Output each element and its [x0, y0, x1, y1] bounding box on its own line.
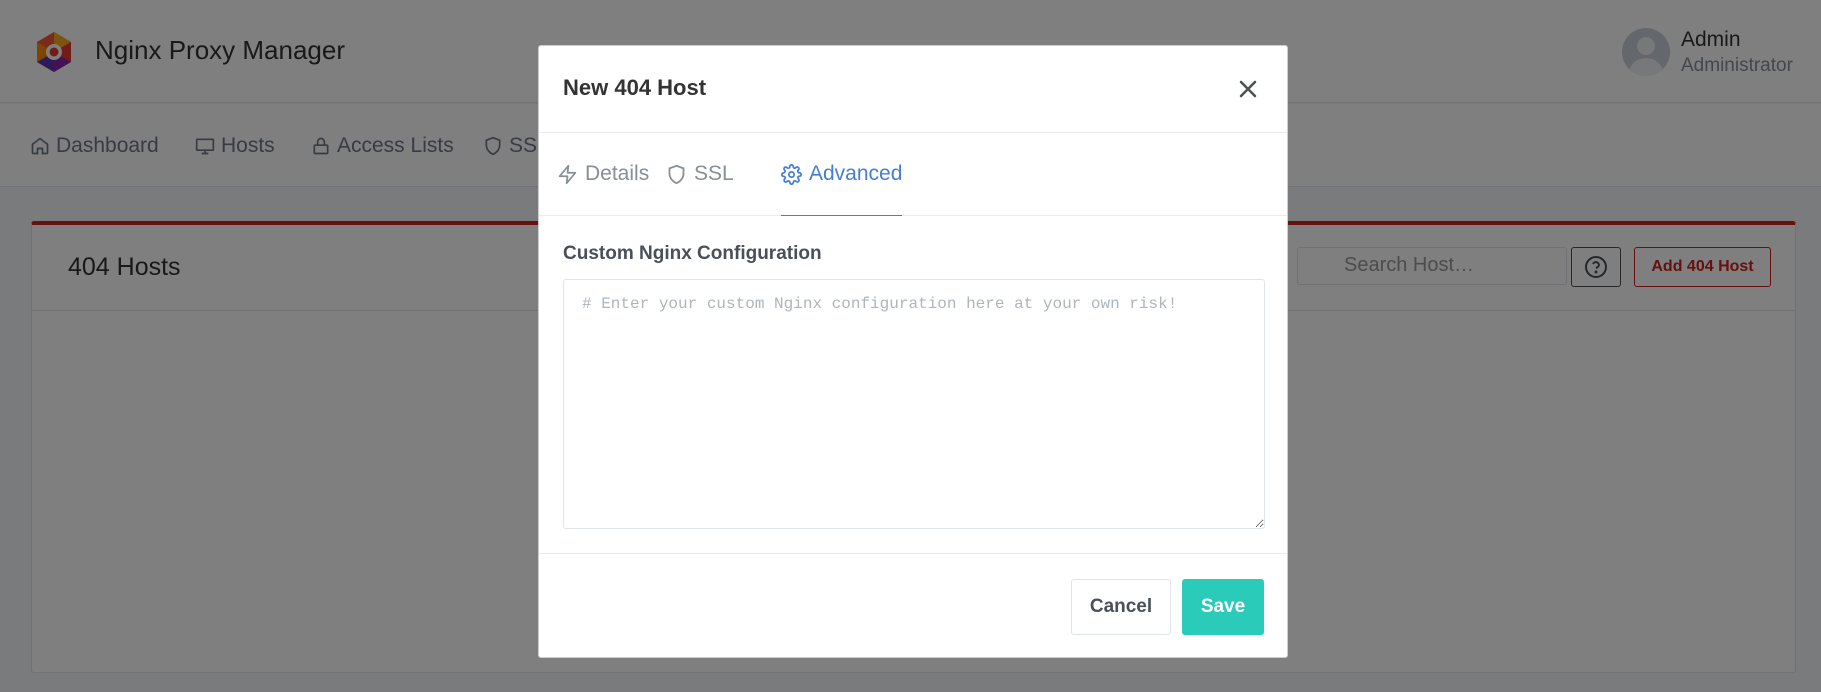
- close-button[interactable]: [1233, 74, 1263, 104]
- modal-header: New 404 Host: [539, 46, 1287, 133]
- tab-advanced[interactable]: Advanced: [781, 162, 903, 216]
- tab-label: Advanced: [809, 162, 903, 185]
- modal-tabs: Details SSL Advanced: [539, 134, 1287, 216]
- new-404-host-modal: New 404 Host Details SSL Advanced Custom…: [538, 45, 1288, 658]
- tab-label: Details: [585, 162, 650, 185]
- tab-details[interactable]: Details: [557, 162, 649, 216]
- save-button[interactable]: Save: [1182, 579, 1264, 635]
- modal-footer: Cancel Save: [539, 553, 1287, 658]
- cancel-button[interactable]: Cancel: [1071, 579, 1171, 635]
- tab-ssl[interactable]: SSL: [666, 162, 734, 216]
- close-icon: [1239, 80, 1257, 98]
- shield-icon: [668, 164, 685, 185]
- tab-label: SSL: [694, 162, 734, 185]
- modal-title: New 404 Host: [563, 75, 707, 100]
- zap-icon: [558, 164, 577, 185]
- custom-config-textarea[interactable]: [563, 279, 1265, 529]
- gear-icon: [781, 164, 802, 185]
- custom-config-label: Custom Nginx Configuration: [563, 243, 822, 264]
